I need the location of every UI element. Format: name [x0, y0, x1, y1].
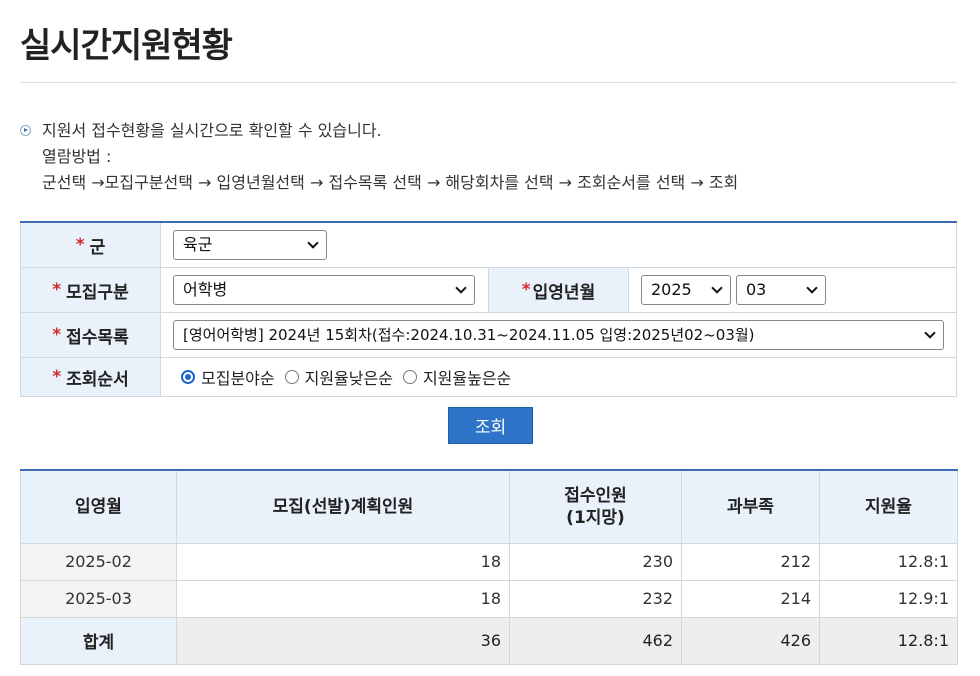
cell-total-ratio: 12.8:1 — [819, 616, 958, 665]
chevron-down-icon — [806, 282, 818, 294]
table-total-row: 합계 36 462 426 12.8:1 — [20, 616, 958, 665]
category-label: * 모집구분 — [20, 268, 161, 312]
order-option-field[interactable]: 모집분야순 — [181, 365, 275, 389]
cell-applicants: 232 — [509, 579, 682, 618]
branch-select[interactable]: 육군 — [173, 230, 327, 260]
required-mark: * — [75, 235, 85, 255]
info-line-3: 군선택 →모집구분선택 → 입영년월선택 → 접수목록 선택 → 해당회차를 선… — [42, 173, 739, 192]
enlist-year-select[interactable]: 2025 — [641, 275, 731, 305]
chevron-down-icon — [307, 237, 319, 249]
cell-ratio: 12.8:1 — [819, 542, 958, 581]
cell-total-plan: 36 — [176, 616, 510, 665]
col-header-applicants: 접수인원 (1지망) — [509, 469, 682, 544]
category-select[interactable]: 어학병 — [173, 275, 475, 305]
form-row-order: * 조회순서 모집분야순 지원율낮은순 지원율높은순 — [20, 358, 957, 396]
search-form: * 군 육군 * 모집구분 어학병 * 입영년월 2025 03 * 접수목록 … — [20, 221, 957, 397]
enlist-label: * 입영년월 — [489, 268, 629, 312]
cell-total-label: 합계 — [20, 616, 177, 665]
col-header-diff: 과부족 — [681, 469, 820, 544]
bullet-arrow-icon — [20, 125, 31, 136]
search-button[interactable]: 조회 — [448, 407, 533, 444]
radio-checked-icon[interactable] — [181, 370, 195, 384]
page-title: 실시간지원현황 — [20, 26, 233, 66]
cell-ratio: 12.9:1 — [819, 579, 958, 618]
info-box: 지원서 접수현황을 실시간으로 확인할 수 있습니다. 열람방법 : 군선택 →… — [20, 118, 957, 196]
form-row-branch: * 군 육군 — [20, 223, 957, 268]
radio-unchecked-icon[interactable] — [402, 370, 417, 384]
cell-month: 2025-03 — [20, 579, 177, 618]
cell-applicants: 230 — [509, 542, 682, 581]
form-row-list: * 접수목록 [영어어학병] 2024년 15회차(접수:2024.10.31~… — [20, 313, 957, 358]
cell-plan: 18 — [176, 579, 510, 618]
col-header-plan: 모집(선발)계획인원 — [176, 469, 510, 544]
col-header-ratio: 지원율 — [819, 469, 958, 544]
chevron-down-icon — [924, 327, 936, 339]
enlist-month-select[interactable]: 03 — [736, 275, 826, 305]
info-line-1: 지원서 접수현황을 실시간으로 확인할 수 있습니다. — [42, 121, 382, 140]
radio-unchecked-icon[interactable] — [284, 370, 299, 384]
chevron-down-icon — [711, 282, 723, 294]
order-option-high[interactable]: 지원율높은순 — [402, 365, 511, 389]
chevron-down-icon — [455, 282, 467, 294]
table-row: 2025-03 18 232 214 12.9:1 — [20, 579, 958, 618]
table-header-row: 입영월 모집(선발)계획인원 접수인원 (1지망) 과부족 지원율 — [20, 469, 958, 544]
order-label: * 조회순서 — [20, 358, 161, 396]
cell-diff: 212 — [681, 542, 820, 581]
col-header-month: 입영월 — [20, 469, 177, 544]
order-option-low[interactable]: 지원율낮은순 — [284, 365, 393, 389]
form-row-category: * 모집구분 어학병 * 입영년월 2025 03 — [20, 268, 957, 313]
info-line-2: 열람방법 : — [42, 147, 112, 166]
order-radio-group: 모집분야순 지원율낮은순 지원율높은순 — [181, 365, 521, 389]
result-table: 입영월 모집(선발)계획인원 접수인원 (1지망) 과부족 지원율 2025-02… — [20, 469, 958, 665]
cell-plan: 18 — [176, 542, 510, 581]
cell-diff: 214 — [681, 579, 820, 618]
title-divider — [20, 82, 957, 83]
list-select[interactable]: [영어어학병] 2024년 15회차(접수:2024.10.31~2024.11… — [173, 320, 944, 350]
cell-total-diff: 426 — [681, 616, 820, 665]
list-label: * 접수목록 — [20, 313, 161, 357]
cell-total-applicants: 462 — [509, 616, 682, 665]
branch-label: * 군 — [20, 223, 161, 267]
table-row: 2025-02 18 230 212 12.8:1 — [20, 542, 958, 581]
cell-month: 2025-02 — [20, 542, 177, 581]
